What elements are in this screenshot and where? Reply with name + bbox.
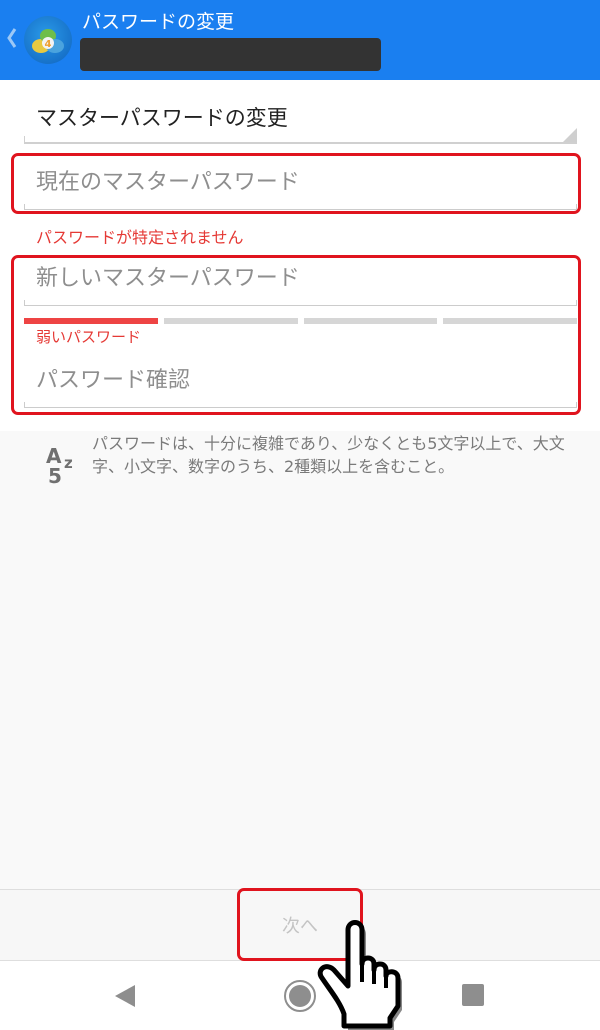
- input-underline: [24, 204, 577, 210]
- password-strength-label: 弱いパスワード: [36, 328, 142, 346]
- current-password-error: パスワードが特定されません: [36, 228, 244, 247]
- select-underline-tick: [24, 136, 25, 144]
- current-password-field[interactable]: [24, 162, 577, 210]
- strength-segment: [24, 318, 158, 324]
- current-password-input[interactable]: [36, 170, 556, 195]
- app-bar: 4 パスワードの変更: [0, 0, 600, 80]
- new-password-input[interactable]: [36, 266, 556, 291]
- input-underline: [24, 300, 577, 306]
- change-password-form: マスターパスワードの変更 パスワードが特定されません 弱いパスワード: [0, 80, 600, 431]
- account-subtitle-redacted: [80, 38, 381, 71]
- back-triangle-icon[interactable]: [113, 983, 137, 1009]
- strength-segment: [303, 318, 438, 324]
- chevron-left-icon[interactable]: [6, 26, 18, 50]
- svg-text:4: 4: [45, 39, 52, 50]
- input-underline: [24, 402, 577, 408]
- password-type-select-value: マスターパスワードの変更: [36, 106, 288, 130]
- page-title: パスワードの変更: [82, 11, 235, 33]
- strength-segment: [163, 318, 298, 324]
- dropdown-triangle-icon: [563, 128, 577, 142]
- system-navigation-bar: [0, 961, 600, 1030]
- metatrader-logo-icon[interactable]: 4: [24, 16, 72, 64]
- confirm-password-field[interactable]: [24, 360, 577, 408]
- az5-password-rule-icon: A z 5: [42, 444, 78, 490]
- select-underline: [24, 142, 577, 144]
- confirm-password-input[interactable]: [36, 368, 556, 393]
- bottom-action-bar: 次へ: [0, 889, 600, 961]
- hint-icon-z: z: [64, 454, 73, 472]
- recents-square-icon[interactable]: [462, 984, 484, 1006]
- hint-icon-5: 5: [48, 464, 62, 488]
- pointing-hand-icon: [317, 920, 402, 1030]
- strength-segment: [443, 318, 577, 324]
- password-requirements-hint: パスワードは、十分に複雑であり、少なくとも5文字以上で、大文字、小文字、数字のう…: [92, 434, 565, 476]
- password-strength-meter: [24, 318, 577, 324]
- password-type-select[interactable]: マスターパスワードの変更: [24, 96, 577, 144]
- new-password-field[interactable]: [24, 258, 577, 306]
